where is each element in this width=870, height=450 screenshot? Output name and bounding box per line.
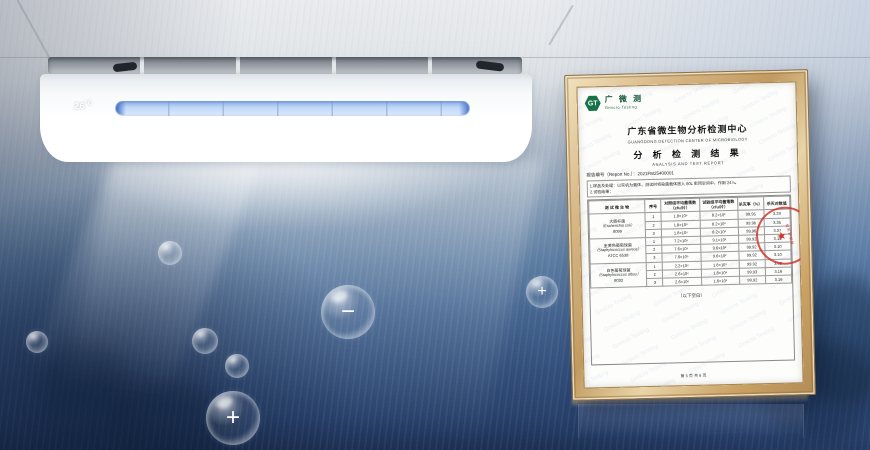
page-footer: 第 5 页 共 6 页	[583, 370, 803, 381]
test-notes: 1.样品及处理：以实机为载体，测试时将染菌载体放入 60L 密闭空间中，作用 2…	[587, 176, 791, 198]
table-cell: 3.16	[765, 275, 791, 284]
ac-front-panel: 26°C	[40, 74, 532, 162]
logo-hexagon-icon: GT	[585, 95, 601, 111]
table-header-cell: 测 试 微 生 物	[589, 200, 646, 215]
minus-symbol: −	[341, 300, 355, 324]
air-conditioner-unit: 26°C	[40, 55, 532, 190]
bubble	[158, 241, 182, 265]
scene: 26°C + − + Gmicro TestingGmicro TestingG…	[0, 0, 870, 450]
table-header-cell: 序号	[645, 199, 661, 213]
certificate-frame: Gmicro Testing Gmicro Testing Gmicro Testi…	[564, 69, 816, 401]
table-cell: 1.6×10³	[701, 276, 739, 285]
table-header-cell: 对照组平均菌落数（cfu/片）	[661, 198, 700, 212]
lab-logo: GT 广 微 测 Gmicro Testing	[585, 91, 789, 112]
bubble	[225, 354, 249, 378]
fan-blade-hint	[113, 62, 138, 72]
watermark-text: Gmicro Testing	[665, 81, 703, 88]
watermark-text: Gmicro Testing	[576, 319, 583, 343]
bubble	[26, 331, 48, 353]
table-cell: 3	[647, 278, 663, 287]
bubble-minus: −	[321, 285, 375, 339]
temperature-unit: °C	[85, 101, 93, 107]
frame-reflection-soft	[578, 404, 804, 438]
plus-symbol: +	[537, 284, 546, 300]
organism-cell: 白色葡萄球菌（Staphylococcus albus）8032	[590, 262, 647, 288]
watermark-text: Gmicro Testing	[802, 208, 804, 232]
organism-cell: 金黄色葡萄球菌（Staphylococcus aureus）ATCC 6538	[590, 238, 647, 264]
watermark-text: Gmicro Testing	[580, 387, 618, 389]
fan-blade-hint	[476, 60, 505, 71]
table-header-cell: 试验组平均菌落数（cfu/片）	[699, 197, 738, 211]
bubble	[192, 328, 218, 354]
table-cell: 2.6×10⁶	[663, 277, 701, 286]
plus-symbol: +	[226, 406, 240, 430]
logo-name-cn: 广 微 测	[605, 95, 644, 104]
stamp-star-icon: ★	[775, 230, 787, 243]
certificate-paper: Gmicro Testing Gmicro Testing Gmicro Testi…	[576, 81, 803, 388]
bubble-plus: +	[526, 276, 558, 308]
watermark-text: Gmicro Testing	[576, 81, 577, 89]
temperature-display: 26°C	[74, 101, 93, 111]
table-header-cell: 杀灭率（%）	[737, 197, 763, 211]
ac-air-outlet	[115, 101, 470, 116]
certificate-content: GT 广 微 测 Gmicro Testing 广东省微生物分析检测中心 GUA…	[585, 91, 796, 366]
bubble-plus: +	[206, 391, 260, 445]
watermark-text: Gmicro Testing	[576, 192, 580, 216]
blank-below-note: （以下空白）	[590, 291, 792, 302]
organism-cell: 大肠杆菌（Escherichia coli）8099	[589, 213, 646, 239]
table-cell: 99.92	[739, 276, 765, 285]
ac-top-grille	[48, 57, 522, 74]
logo-name-en: Gmicro Testing	[605, 105, 644, 110]
stamp-text: 检测专用章	[785, 223, 796, 246]
